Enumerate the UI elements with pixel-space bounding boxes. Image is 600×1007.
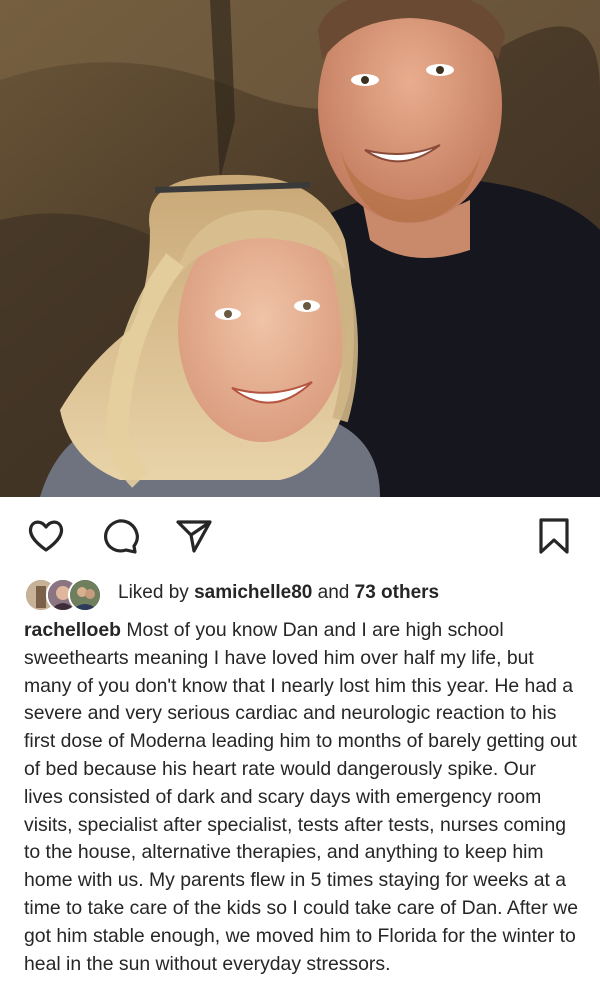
comment-button[interactable] xyxy=(99,514,143,558)
save-button[interactable] xyxy=(532,514,576,558)
heart-icon xyxy=(28,520,64,552)
likes-joiner: and xyxy=(317,582,350,603)
likes-summary: Liked by samichelle80 and 73 others xyxy=(118,582,439,604)
likes-prefix: Liked by xyxy=(118,582,189,603)
caption-username[interactable]: rachelloeb xyxy=(24,619,121,641)
selfie-photo xyxy=(0,0,600,497)
share-button[interactable] xyxy=(172,514,216,558)
avatar xyxy=(68,578,102,612)
liker-avatars[interactable] xyxy=(24,576,104,612)
paper-plane-icon xyxy=(176,520,212,553)
comment-bubble-icon xyxy=(104,519,139,554)
likes-row: Liked by samichelle80 and 73 others xyxy=(24,575,580,612)
liker-username[interactable]: samichelle80 xyxy=(194,582,312,603)
bookmark-icon xyxy=(539,518,569,554)
likes-others[interactable]: 73 others xyxy=(355,582,439,603)
post-photo[interactable] xyxy=(0,0,600,497)
like-button[interactable] xyxy=(24,514,68,558)
caption-text: Most of you know Dan and I are high scho… xyxy=(24,619,578,975)
post-caption: rachelloeb Most of you know Dan and I ar… xyxy=(24,617,580,978)
